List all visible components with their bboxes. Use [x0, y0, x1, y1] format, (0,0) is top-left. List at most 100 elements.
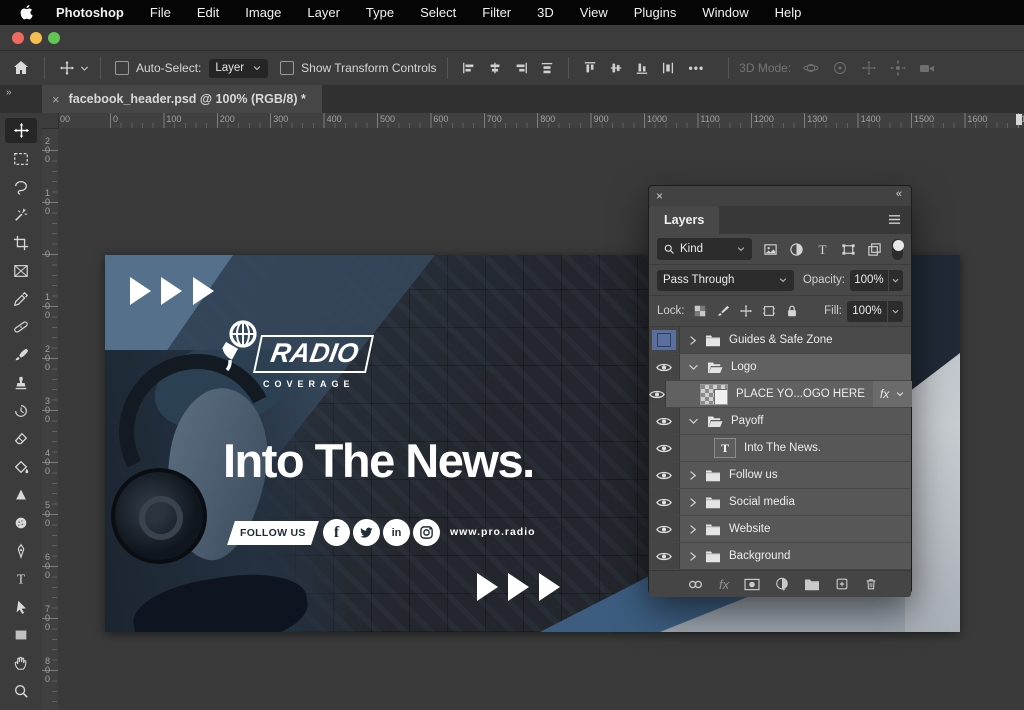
opacity-chevron-icon[interactable]	[889, 270, 903, 291]
layer-mask-button[interactable]	[744, 578, 760, 591]
menu-help[interactable]: Help	[775, 5, 802, 20]
lock-move-icon[interactable]	[739, 304, 753, 318]
collapse-panel-icon[interactable]: «	[896, 188, 903, 200]
layer-row-background[interactable]: Background	[649, 543, 911, 570]
show-transform-checkbox[interactable]	[280, 61, 294, 75]
3d-roll-icon[interactable]	[832, 60, 848, 76]
lock-paint-icon[interactable]	[716, 304, 730, 318]
lock-artboard-icon[interactable]	[762, 304, 776, 318]
crop-tool[interactable]	[5, 230, 37, 255]
filter-toggle[interactable]	[892, 239, 903, 260]
3d-pan-icon[interactable]	[861, 60, 877, 76]
close-panel-icon[interactable]: ×	[656, 189, 663, 203]
apple-icon[interactable]	[20, 5, 34, 21]
auto-select-checkbox[interactable]	[115, 61, 129, 75]
layer-row-social-media[interactable]: Social media	[649, 489, 911, 516]
smart-object-thumbnail[interactable]	[700, 384, 728, 405]
pixel-filter-icon[interactable]	[763, 242, 778, 257]
distribute-h-icon[interactable]	[540, 61, 554, 75]
layer-row-payoff[interactable]: Payoff	[649, 408, 911, 435]
blend-mode-dropdown[interactable]: Pass Through	[657, 270, 794, 291]
move-tool[interactable]	[5, 118, 37, 143]
layer-row-follow-us[interactable]: Follow us	[649, 462, 911, 489]
history-brush-tool[interactable]	[5, 398, 37, 423]
align-right-icon[interactable]	[514, 61, 528, 75]
smart-filter-icon[interactable]	[867, 242, 882, 257]
minimize-window-button[interactable]	[30, 32, 42, 44]
visibility-eye-icon[interactable]	[649, 435, 680, 461]
3d-camera-icon[interactable]	[919, 60, 935, 76]
zoom-window-button[interactable]	[48, 32, 60, 44]
distribute-v-icon[interactable]	[661, 61, 675, 75]
healing-brush-tool[interactable]	[5, 314, 37, 339]
type-layer-thumbnail[interactable]: T	[714, 438, 736, 458]
layer-row-guides-safe-zone[interactable]: Guides & Safe Zone	[649, 327, 911, 354]
opacity-value[interactable]: 100%	[850, 270, 888, 291]
brush-tool[interactable]	[5, 342, 37, 367]
layer-row-logo[interactable]: Logo	[649, 354, 911, 381]
align-middle-icon[interactable]	[609, 61, 623, 75]
chevron-right-icon[interactable]	[688, 497, 697, 508]
adjustment-layer-button[interactable]	[775, 577, 789, 591]
visibility-eye-icon[interactable]	[649, 462, 680, 488]
path-select-tool[interactable]	[5, 594, 37, 619]
clone-stamp-tool[interactable]	[5, 370, 37, 395]
fill-value[interactable]: 100%	[847, 301, 887, 322]
menu-file[interactable]: File	[150, 5, 171, 20]
visibility-eye-icon[interactable]	[649, 381, 666, 407]
more-align-options-button[interactable]: •••	[689, 61, 705, 75]
chevron-right-icon[interactable]	[688, 470, 697, 481]
rectangle-tool[interactable]	[5, 622, 37, 647]
menu-view[interactable]: View	[580, 5, 608, 20]
menu-image[interactable]: Image	[245, 5, 281, 20]
tool-preset-chevron-icon[interactable]	[79, 63, 90, 74]
visibility-hidden-box[interactable]	[649, 327, 680, 353]
menu-3d[interactable]: 3D	[537, 5, 554, 20]
blur-tool[interactable]	[5, 482, 37, 507]
layer-effects-badge[interactable]: fx	[873, 381, 912, 407]
visibility-eye-icon[interactable]	[649, 354, 680, 380]
close-tab-icon[interactable]: ×	[52, 92, 60, 107]
lasso-tool[interactable]	[5, 174, 37, 199]
layer-effects-button[interactable]: fx	[719, 577, 729, 592]
chevron-down-icon[interactable]	[688, 417, 699, 426]
align-top-icon[interactable]	[583, 61, 597, 75]
visibility-eye-icon[interactable]	[649, 543, 680, 569]
align-bottom-icon[interactable]	[635, 61, 649, 75]
chevron-right-icon[interactable]	[688, 335, 697, 346]
type-tool[interactable]: T	[5, 566, 37, 591]
document-tab[interactable]: × facebook_header.psd @ 100% (RGB/8) *	[42, 85, 322, 113]
fill-chevron-icon[interactable]	[888, 301, 903, 322]
layer-row-place-yo-ogo-here[interactable]: PLACE YO...OGO HEREfx	[649, 381, 911, 408]
magic-wand-tool[interactable]	[5, 202, 37, 227]
chevron-right-icon[interactable]	[688, 551, 697, 562]
zoom-tool[interactable]	[5, 678, 37, 703]
type-filter-icon[interactable]: T	[815, 242, 830, 257]
frame-tool[interactable]	[5, 258, 37, 283]
paint-bucket-tool[interactable]	[5, 454, 37, 479]
new-group-button[interactable]	[804, 578, 820, 591]
home-icon[interactable]	[12, 59, 30, 77]
auto-select-dropdown[interactable]: Layer	[209, 59, 268, 78]
close-window-button[interactable]	[12, 32, 24, 44]
menu-photoshop[interactable]: Photoshop	[56, 5, 124, 20]
eyedropper-tool[interactable]	[5, 286, 37, 311]
lock-transparent-icon[interactable]	[693, 304, 707, 318]
visibility-eye-icon[interactable]	[649, 516, 680, 542]
menu-edit[interactable]: Edit	[197, 5, 219, 20]
delete-layer-button[interactable]	[864, 577, 878, 591]
layers-tab[interactable]: Layers	[649, 206, 719, 234]
pen-tool[interactable]	[5, 538, 37, 563]
menu-select[interactable]: Select	[420, 5, 456, 20]
expand-panels-icon[interactable]: »	[6, 87, 13, 98]
shape-filter-icon[interactable]	[841, 242, 856, 257]
filter-kind-dropdown[interactable]: Kind	[657, 238, 752, 260]
lock-all-icon[interactable]	[785, 304, 799, 318]
menu-type[interactable]: Type	[366, 5, 394, 20]
chevron-right-icon[interactable]	[688, 524, 697, 535]
visibility-eye-icon[interactable]	[649, 408, 680, 434]
sponge-tool[interactable]	[5, 510, 37, 535]
menu-filter[interactable]: Filter	[482, 5, 511, 20]
new-layer-button[interactable]	[835, 577, 849, 591]
layer-row-into-the-news[interactable]: TInto The News.	[649, 435, 911, 462]
